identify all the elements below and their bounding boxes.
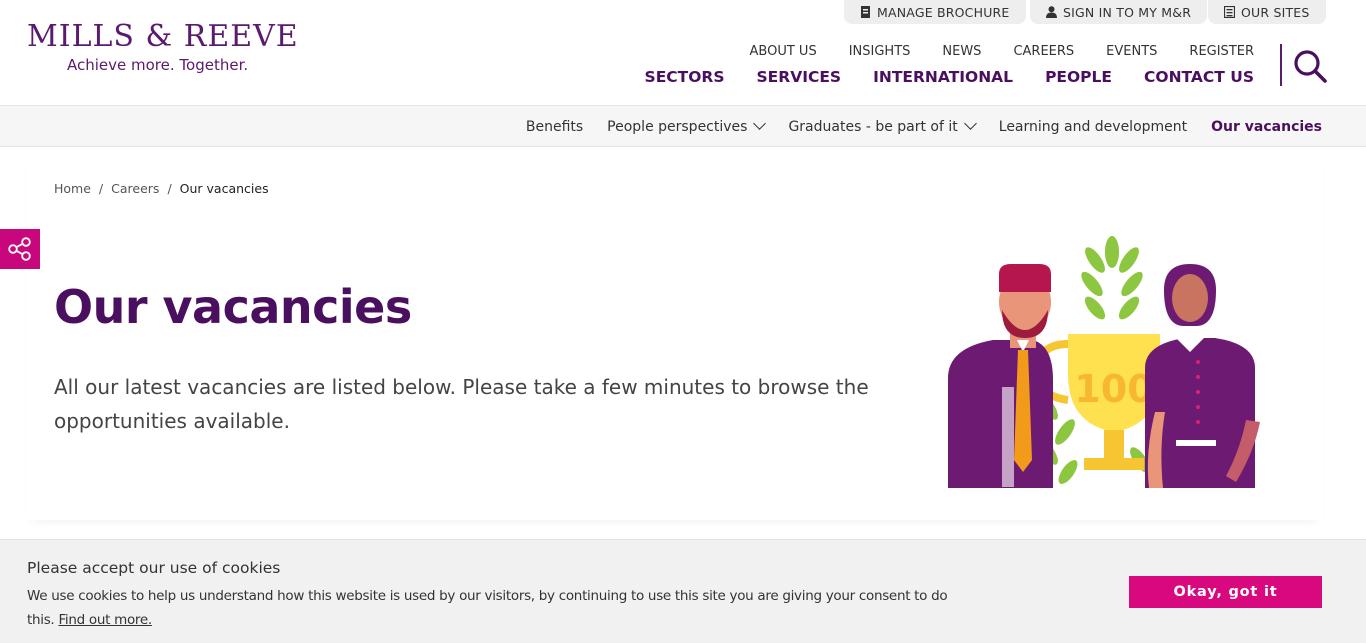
logo-wordmark: MILLS & REEVE: [27, 19, 299, 54]
nav-events[interactable]: EVENTS: [1106, 44, 1157, 59]
subnav-graduates-label: Graduates - be part of it: [788, 118, 958, 135]
nav-services[interactable]: SERVICES: [757, 68, 842, 86]
logo-tagline: Achieve more. Together.: [67, 56, 249, 74]
breadcrumb-separator: /: [98, 181, 104, 196]
main-nav: SECTORS SERVICES INTERNATIONAL PEOPLE CO…: [645, 68, 1254, 86]
hero-illustration: 100: [948, 236, 1260, 488]
manage-brochure-link[interactable]: MANAGE BROCHURE: [844, 0, 1026, 24]
our-sites-link[interactable]: OUR SITES: [1208, 0, 1326, 24]
nav-about-us[interactable]: ABOUT US: [750, 44, 817, 59]
trophy-number: 100: [1074, 367, 1153, 411]
breadcrumb-current: Our vacancies: [179, 181, 269, 196]
sign-in-label: SIGN IN TO MY M&R: [1063, 4, 1192, 20]
user-icon: [1046, 6, 1057, 18]
search-button[interactable]: [1292, 48, 1328, 84]
manage-brochure-label: MANAGE BROCHURE: [877, 4, 1010, 20]
nav-news[interactable]: NEWS: [942, 44, 981, 59]
subnav-graduates[interactable]: Graduates - be part of it: [788, 116, 977, 135]
cookie-title: Please accept our use of cookies: [27, 559, 281, 577]
page: MILLS & REEVE Achieve more. Together. MA…: [0, 0, 1366, 643]
careers-subnav: Benefits People perspectives Graduates -…: [0, 106, 1366, 147]
top-nav: ABOUT US INSIGHTS NEWS CAREERS EVENTS RE…: [750, 44, 1254, 59]
nav-register[interactable]: REGISTER: [1189, 44, 1254, 59]
nav-contact-us[interactable]: CONTACT US: [1144, 68, 1254, 86]
subnav-learning-development[interactable]: Learning and development: [999, 119, 1187, 135]
logo[interactable]: MILLS & REEVE Achieve more. Together.: [27, 20, 299, 76]
nav-people[interactable]: PEOPLE: [1045, 68, 1112, 86]
nav-international[interactable]: INTERNATIONAL: [873, 68, 1013, 86]
brochure-icon: [861, 6, 870, 18]
subnav-our-vacancies[interactable]: Our vacancies: [1211, 119, 1322, 135]
share-icon: [8, 237, 31, 261]
breadcrumb-home[interactable]: Home: [54, 181, 91, 196]
nav-divider: [1280, 44, 1282, 86]
cookie-body: We use cookies to help us understand how…: [27, 588, 948, 628]
cookie-message: We use cookies to help us understand how…: [27, 584, 967, 632]
nav-insights[interactable]: INSIGHTS: [849, 44, 911, 59]
page-title: Our vacancies: [54, 280, 412, 334]
cookie-find-out-more-link[interactable]: Find out more.: [58, 612, 152, 628]
share-button[interactable]: [0, 229, 40, 269]
subnav-people-perspectives-label: People perspectives: [607, 118, 748, 135]
breadcrumb: Home / Careers / Our vacancies: [54, 181, 269, 196]
breadcrumb-careers[interactable]: Careers: [111, 181, 159, 196]
hero-intro: All our latest vacancies are listed belo…: [54, 375, 869, 433]
our-sites-label: OUR SITES: [1241, 4, 1310, 20]
breadcrumb-separator: /: [167, 181, 172, 196]
cookie-banner: Please accept our use of cookies We use …: [0, 539, 1366, 643]
subnav-benefits[interactable]: Benefits: [526, 119, 583, 135]
sign-in-link[interactable]: SIGN IN TO MY M&R: [1030, 0, 1208, 24]
site-header: MILLS & REEVE Achieve more. Together. MA…: [0, 0, 1366, 106]
sites-icon: [1224, 6, 1235, 18]
subnav-people-perspectives[interactable]: People perspectives: [607, 116, 767, 135]
accept-cookies-button[interactable]: Okay, got it: [1129, 576, 1322, 608]
nav-careers[interactable]: CAREERS: [1013, 44, 1074, 59]
chevron-down-icon: [963, 116, 977, 130]
chevron-down-icon: [753, 116, 767, 130]
search-icon: [1294, 50, 1327, 83]
nav-sectors[interactable]: SECTORS: [645, 68, 725, 86]
